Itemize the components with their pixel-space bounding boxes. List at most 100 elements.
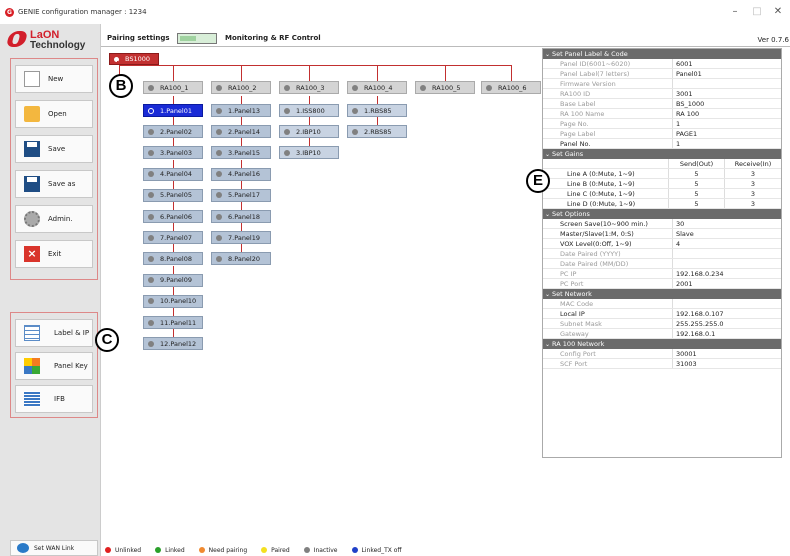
property-value[interactable]: 30	[673, 219, 781, 228]
property-row[interactable]: SCF Port 31003	[543, 359, 781, 369]
panel-node[interactable]: 4.Panel16	[211, 167, 271, 181]
gain-row[interactable]: Line D (0:Mute, 1~9) 5 3	[543, 199, 781, 209]
panel-node[interactable]: 3.IBP10	[279, 146, 339, 160]
property-row[interactable]: Panel Label(7 letters) Panel01	[543, 69, 781, 79]
panel-node[interactable]: 5.Panel05	[143, 188, 203, 202]
property-row[interactable]: MAC Code	[543, 299, 781, 309]
folder-open-icon	[24, 106, 40, 122]
panel-node[interactable]: 7.Panel19	[211, 231, 271, 245]
property-row[interactable]: Base Label BS_1000	[543, 99, 781, 109]
property-row[interactable]: Config Port 30001	[543, 349, 781, 359]
new-button[interactable]: New	[15, 65, 93, 93]
ra-node[interactable]: RA100_5	[415, 81, 475, 94]
tree-connector	[309, 117, 310, 126]
property-row[interactable]: RA 100 Name RA 100	[543, 109, 781, 119]
panel-node[interactable]: 1.Panel01	[143, 104, 203, 117]
property-name: Date Paired (MM/DD)	[543, 259, 673, 268]
gain-send-value[interactable]: 5	[669, 189, 725, 198]
panel-node[interactable]: 6.Panel18	[211, 210, 271, 223]
property-value[interactable]: 4	[673, 239, 781, 248]
section-header[interactable]: ⌄ Set Panel Label & Code	[543, 49, 781, 59]
panel-node[interactable]: 2.RBS85	[347, 125, 407, 139]
property-row[interactable]: Panel No. 1	[543, 139, 781, 149]
save-as-button[interactable]: Save as	[15, 170, 93, 198]
panel-node[interactable]: 3.Panel03	[143, 146, 203, 160]
section-header[interactable]: ⌄ Set Options	[543, 209, 781, 219]
property-row[interactable]: Page Label PAGE1	[543, 129, 781, 139]
gain-row[interactable]: Line A (0:Mute, 1~9) 5 3	[543, 169, 781, 179]
panel-node[interactable]: 12.Panel12	[143, 337, 203, 351]
save-button[interactable]: Save	[15, 135, 93, 163]
panel-key-button[interactable]: Panel Key	[15, 352, 93, 380]
ra-node[interactable]: RA100_2	[211, 81, 271, 94]
gain-send-value[interactable]: 5	[669, 169, 725, 178]
section-header[interactable]: ⌄ Set Network	[543, 289, 781, 299]
panel-node[interactable]: 8.Panel08	[143, 252, 203, 266]
gain-send-value[interactable]: 5	[669, 199, 725, 208]
gain-receive-value[interactable]: 3	[725, 199, 781, 208]
section-header[interactable]: ⌄ RA 100 Network	[543, 339, 781, 349]
gain-receive-value[interactable]: 3	[725, 169, 781, 178]
panel-node[interactable]: 5.Panel17	[211, 188, 271, 202]
panel-node[interactable]: 8.Panel20	[211, 252, 271, 266]
property-row[interactable]: Gateway 192.168.0.1	[543, 329, 781, 339]
admin-button[interactable]: Admin.	[15, 205, 93, 233]
gain-line-name: Line B (0:Mute, 1~9)	[543, 179, 669, 188]
panel-node[interactable]: 3.Panel15	[211, 146, 271, 160]
gain-receive-value[interactable]: 3	[725, 189, 781, 198]
gain-row[interactable]: Line B (0:Mute, 1~9) 5 3	[543, 179, 781, 189]
panel-node[interactable]: 11.Panel11	[143, 316, 203, 329]
panel-node[interactable]: 9.Panel09	[143, 273, 203, 287]
property-value[interactable]: 1	[673, 139, 781, 148]
property-row[interactable]: Subnet Mask 255.255.255.0	[543, 319, 781, 329]
set-wan-link-button[interactable]: Set WAN Link	[10, 540, 98, 556]
property-row[interactable]: Panel ID(6001~6020) 6001	[543, 59, 781, 69]
ifb-button[interactable]: IFB	[15, 385, 93, 413]
gain-row[interactable]: Line C (0:Mute, 1~9) 5 3	[543, 189, 781, 199]
ra-node[interactable]: RA100_6	[481, 81, 541, 94]
property-row[interactable]: RA100 ID 3001	[543, 89, 781, 99]
panel-node[interactable]: 1.Panel13	[211, 104, 271, 117]
gain-send-value[interactable]: 5	[669, 179, 725, 188]
property-row[interactable]: Master/Slave(1:M, 0:S) Slave	[543, 229, 781, 239]
panel-node[interactable]: 4.Panel04	[143, 167, 203, 181]
exit-button[interactable]: × Exit	[15, 240, 93, 268]
gain-header-name	[543, 159, 669, 168]
bs-node[interactable]: BS1000	[109, 53, 159, 65]
tree-connector	[241, 138, 242, 147]
property-row[interactable]: Date Paired (YYYY)	[543, 249, 781, 259]
panel-node[interactable]: 10.Panel10	[143, 294, 203, 308]
ra-node[interactable]: RA100_3	[279, 81, 339, 94]
floppy-save-as-icon	[24, 176, 40, 192]
property-row[interactable]: PC IP 192.168.0.234	[543, 269, 781, 279]
close-window-icon[interactable]: ✕	[771, 6, 785, 17]
panel-node[interactable]: 6.Panel06	[143, 210, 203, 223]
property-row[interactable]: Local IP 192.168.0.107	[543, 309, 781, 319]
ra-node[interactable]: RA100_1	[143, 81, 203, 94]
panel-node[interactable]: 1.ISS800	[279, 104, 339, 117]
panel-node[interactable]: 1.RBS85	[347, 104, 407, 117]
panel-node[interactable]: 2.IBP10	[279, 125, 339, 139]
gain-receive-value[interactable]: 3	[725, 179, 781, 188]
property-value[interactable]: 192.168.0.107	[673, 309, 781, 318]
property-row[interactable]: PC Port 2001	[543, 279, 781, 289]
panel-node[interactable]: 7.Panel07	[143, 231, 203, 245]
property-value[interactable]: Slave	[673, 229, 781, 238]
mode-toggle-switch[interactable]	[177, 33, 217, 44]
panel-node[interactable]: 2.Panel02	[143, 125, 203, 139]
tree-connector	[241, 244, 242, 253]
property-row[interactable]: Date Paired (MM/DD)	[543, 259, 781, 269]
minimize-icon[interactable]: –	[728, 6, 742, 17]
ra-node[interactable]: RA100_4	[347, 81, 407, 94]
property-row[interactable]: Page No. 1	[543, 119, 781, 129]
maximize-icon[interactable]: □	[750, 6, 764, 17]
tree-connector	[511, 65, 512, 81]
property-row[interactable]: Screen Save(10~900 min.) 30	[543, 219, 781, 229]
status-dot	[148, 319, 154, 326]
property-row[interactable]: VOX Level(0:Off, 1~9) 4	[543, 239, 781, 249]
property-row[interactable]: Firmware Version	[543, 79, 781, 89]
open-button[interactable]: Open	[15, 100, 93, 128]
section-header[interactable]: ⌄ Set Gains	[543, 149, 781, 159]
panel-node[interactable]: 2.Panel14	[211, 125, 271, 139]
label-ip-button[interactable]: Label & IP	[15, 319, 93, 347]
